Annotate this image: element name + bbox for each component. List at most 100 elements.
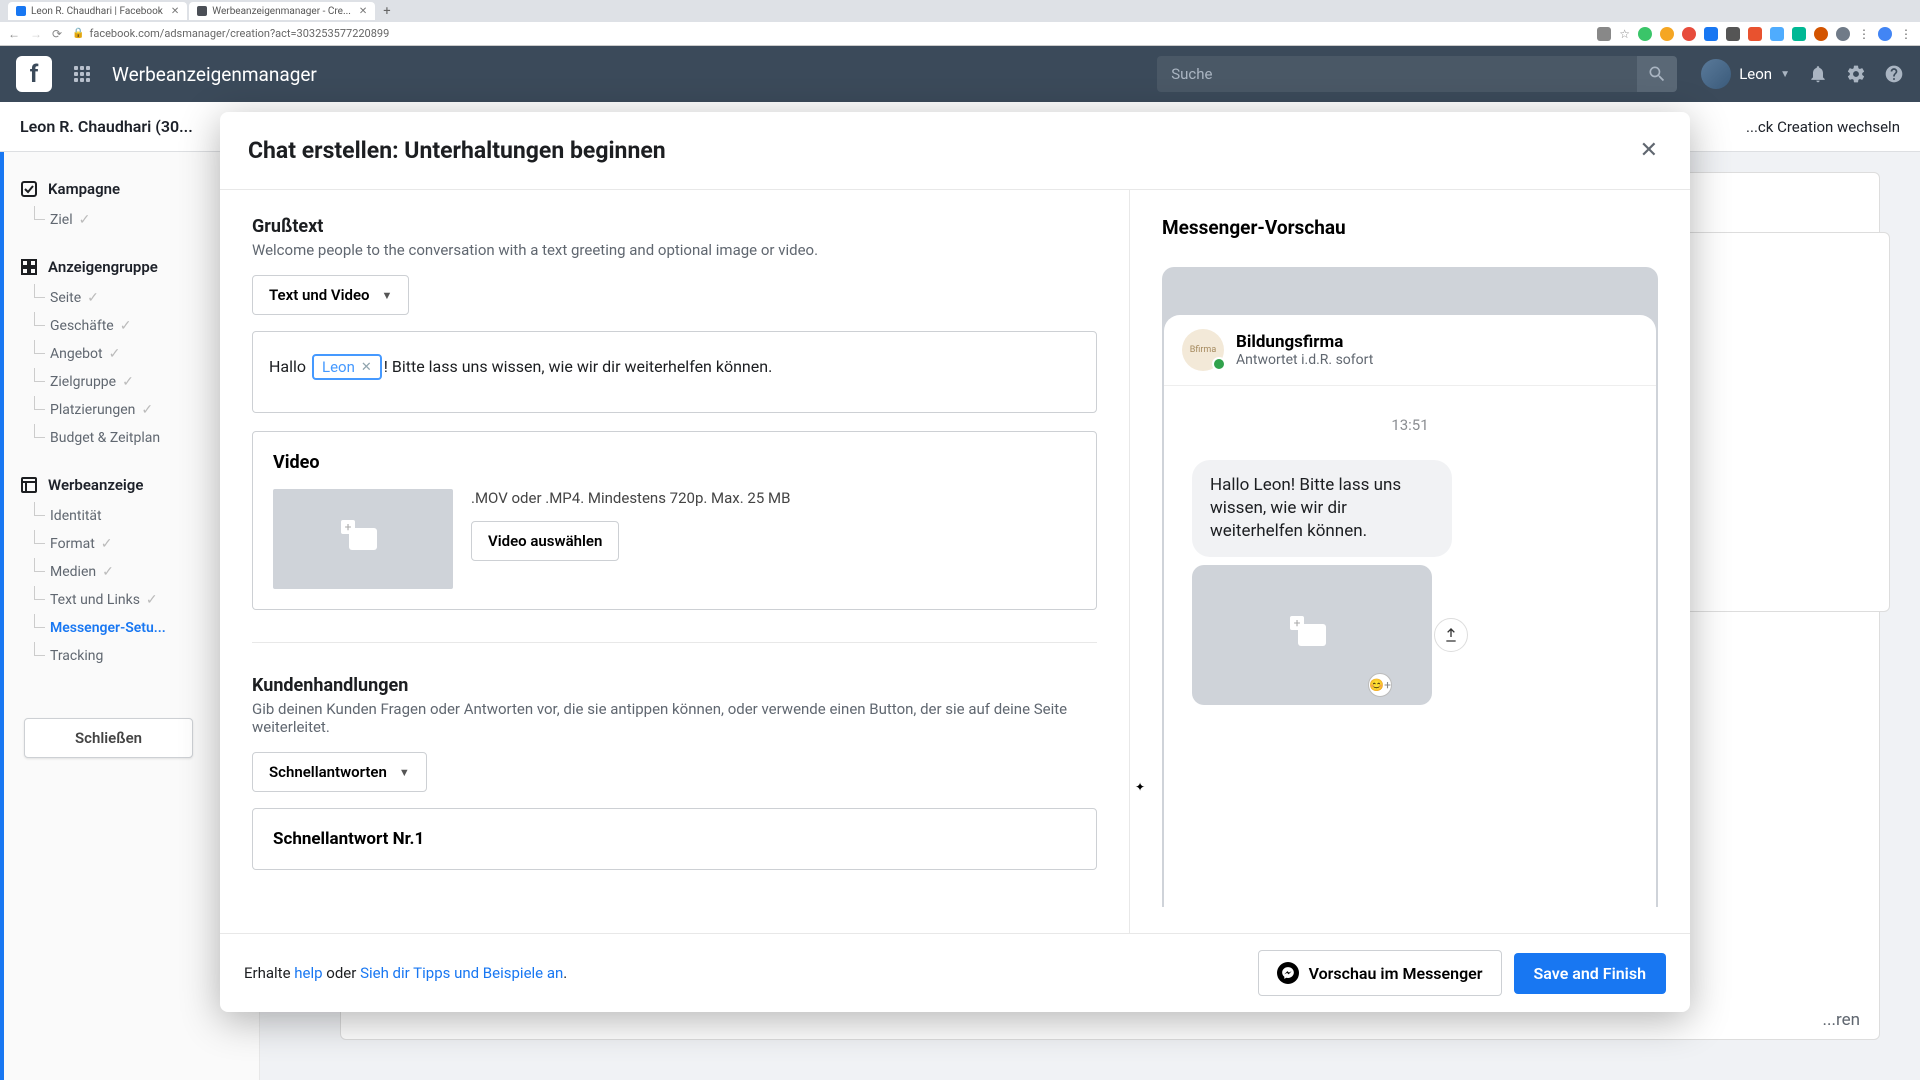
avatar	[1701, 59, 1731, 89]
chat-create-modal: Chat erstellen: Unterhaltungen beginnen …	[220, 112, 1690, 1012]
sidebar-item-angebot[interactable]: Angebot✓	[20, 340, 243, 368]
greeting-type-dropdown[interactable]: Text und Video ▼	[252, 275, 409, 315]
tips-link[interactable]: Sieh dir Tipps und Beispiele an	[360, 964, 563, 982]
ext-icon[interactable]	[1704, 27, 1718, 41]
video-upload-card: Video .MOV oder .MP4. Mindestens 720p. M…	[252, 431, 1097, 610]
checkbox-icon	[20, 180, 38, 198]
modal-footer: Erhalte help oder Sieh dir Tipps und Bei…	[220, 933, 1690, 1012]
user-name: Leon	[1739, 65, 1772, 83]
search-icon	[1647, 64, 1667, 84]
ext-icon[interactable]	[1814, 27, 1828, 41]
actions-type-dropdown[interactable]: Schnellantworten ▼	[252, 752, 427, 792]
account-selector[interactable]: Leon R. Chaudhari (30...	[20, 117, 193, 136]
emoji-add-icon[interactable]: 😊+	[1368, 673, 1392, 697]
search-input[interactable]	[1157, 56, 1637, 92]
browser-tab[interactable]: Werbeanzeigenmanager - Cre... ✕	[189, 2, 375, 20]
preview-in-messenger-button[interactable]: Vorschau im Messenger	[1258, 950, 1502, 996]
close-icon[interactable]: ✕	[359, 6, 367, 17]
ext-icon[interactable]	[1638, 27, 1652, 41]
reload-icon[interactable]: ⟳	[52, 27, 62, 41]
sidebar-campaign-header[interactable]: Kampagne	[20, 172, 243, 206]
sidebar-item-format[interactable]: Format✓	[20, 530, 243, 558]
menu-icon[interactable]: ⋮	[1900, 27, 1912, 41]
greeting-desc: Welcome people to the conversation with …	[252, 241, 1097, 259]
page-name: Bildungsfirma	[1236, 332, 1373, 352]
messenger-icon	[1277, 962, 1299, 984]
ext-icon[interactable]	[1836, 27, 1850, 41]
facebook-logo[interactable]: f	[16, 56, 52, 92]
browser-address-row: ← → ⟳ 🔒 facebook.com/adsmanager/creation…	[0, 22, 1920, 46]
help-icon[interactable]	[1884, 64, 1904, 84]
publish-hint: ...ren	[1823, 1010, 1860, 1030]
sidebar-item-zielgruppe[interactable]: Zielgruppe✓	[20, 368, 243, 396]
ext-icon[interactable]	[1748, 27, 1762, 41]
help-link[interactable]: help	[294, 964, 322, 982]
cursor-icon: ✦	[1135, 780, 1145, 794]
video-placeholder[interactable]	[273, 489, 453, 589]
sidebar-item-tracking[interactable]: Tracking	[20, 642, 243, 670]
kebab-icon[interactable]: ⋮	[1858, 27, 1870, 41]
apps-menu-button[interactable]	[64, 56, 100, 92]
sidebar-item-platzierungen[interactable]: Platzierungen✓	[20, 396, 243, 424]
sidebar-item-text-links[interactable]: Text und Links✓	[20, 586, 243, 614]
zoom-icon[interactable]	[1597, 27, 1611, 41]
ext-icon[interactable]	[1726, 27, 1740, 41]
address-bar[interactable]: 🔒 facebook.com/adsmanager/creation?act=3…	[72, 27, 1597, 40]
check-icon: ✓	[146, 592, 158, 608]
actions-desc: Gib deinen Kunden Fragen oder Antworten …	[252, 700, 1097, 736]
gear-icon[interactable]	[1846, 64, 1866, 84]
check-icon: ✓	[87, 290, 99, 306]
close-icon[interactable]: ✕	[171, 6, 179, 17]
actions-label: Kundenhandlungen	[252, 675, 1097, 696]
check-icon: ✓	[109, 346, 121, 362]
greeting-text-input[interactable]: Hallo Leon✕! Bitte lass uns wissen, wie …	[252, 331, 1097, 413]
back-icon[interactable]: ←	[8, 27, 20, 41]
sidebar-item-ziel[interactable]: Ziel✓	[20, 206, 243, 234]
online-status-icon	[1212, 357, 1226, 371]
check-icon: ✓	[141, 402, 153, 418]
remove-token-icon[interactable]: ✕	[361, 360, 372, 375]
check-icon: ✓	[102, 564, 114, 580]
ext-icon[interactable]	[1660, 27, 1674, 41]
sidebar-item-budget[interactable]: Budget & Zeitplan	[20, 424, 243, 452]
video-hint: .MOV oder .MP4. Mindestens 720p. Max. 25…	[471, 489, 790, 507]
sidebar-item-messenger-setup[interactable]: Messenger-Setu...	[20, 614, 243, 642]
ext-icon[interactable]	[1682, 27, 1696, 41]
check-icon: ✓	[120, 318, 132, 334]
chevron-down-icon: ▼	[382, 289, 393, 302]
sidebar-item-medien[interactable]: Medien✓	[20, 558, 243, 586]
forward-icon[interactable]: →	[30, 27, 42, 41]
star-icon[interactable]: ☆	[1619, 27, 1630, 41]
new-tab-button[interactable]: +	[383, 4, 390, 19]
name-token[interactable]: Leon✕	[312, 354, 382, 380]
check-icon: ✓	[79, 212, 91, 228]
sidebar-adset-header[interactable]: Anzeigengruppe	[20, 250, 243, 284]
ext-icon[interactable]	[1770, 27, 1784, 41]
profile-icon[interactable]	[1878, 27, 1892, 41]
check-icon: ✓	[101, 536, 113, 552]
ads-manager-navbar: f Werbeanzeigenmanager Leon ▼	[0, 46, 1920, 102]
sidebar-item-geschaefte[interactable]: Geschäfte✓	[20, 312, 243, 340]
ad-icon	[20, 476, 38, 494]
close-button[interactable]: Schließen	[24, 718, 193, 758]
tab-title: Leon R. Chaudhari | Facebook	[31, 6, 163, 17]
user-menu[interactable]: Leon ▼	[1701, 59, 1790, 89]
close-modal-button[interactable]: ✕	[1636, 134, 1662, 167]
browser-tab[interactable]: Leon R. Chaudhari | Facebook ✕	[8, 2, 187, 20]
share-icon	[1443, 627, 1459, 643]
bell-icon[interactable]	[1808, 64, 1828, 84]
response-time: Antwortet i.d.R. sofort	[1236, 352, 1373, 368]
switch-creation-link[interactable]: ...ck Creation wechseln	[1746, 118, 1900, 136]
select-video-button[interactable]: Video auswählen	[471, 521, 619, 561]
modal-form: Grußtext Welcome people to the conversat…	[220, 190, 1130, 933]
search-button[interactable]	[1637, 56, 1677, 92]
lock-icon: 🔒	[72, 28, 84, 39]
share-button[interactable]	[1434, 618, 1468, 652]
check-icon: ✓	[122, 374, 134, 390]
save-and-finish-button[interactable]: Save and Finish	[1514, 953, 1666, 994]
sidebar-ad-header[interactable]: Werbeanzeige	[20, 468, 243, 502]
ext-icon[interactable]	[1792, 27, 1806, 41]
sidebar-item-seite[interactable]: Seite✓	[20, 284, 243, 312]
chevron-down-icon: ▼	[399, 766, 410, 779]
sidebar-item-identitaet[interactable]: Identität	[20, 502, 243, 530]
